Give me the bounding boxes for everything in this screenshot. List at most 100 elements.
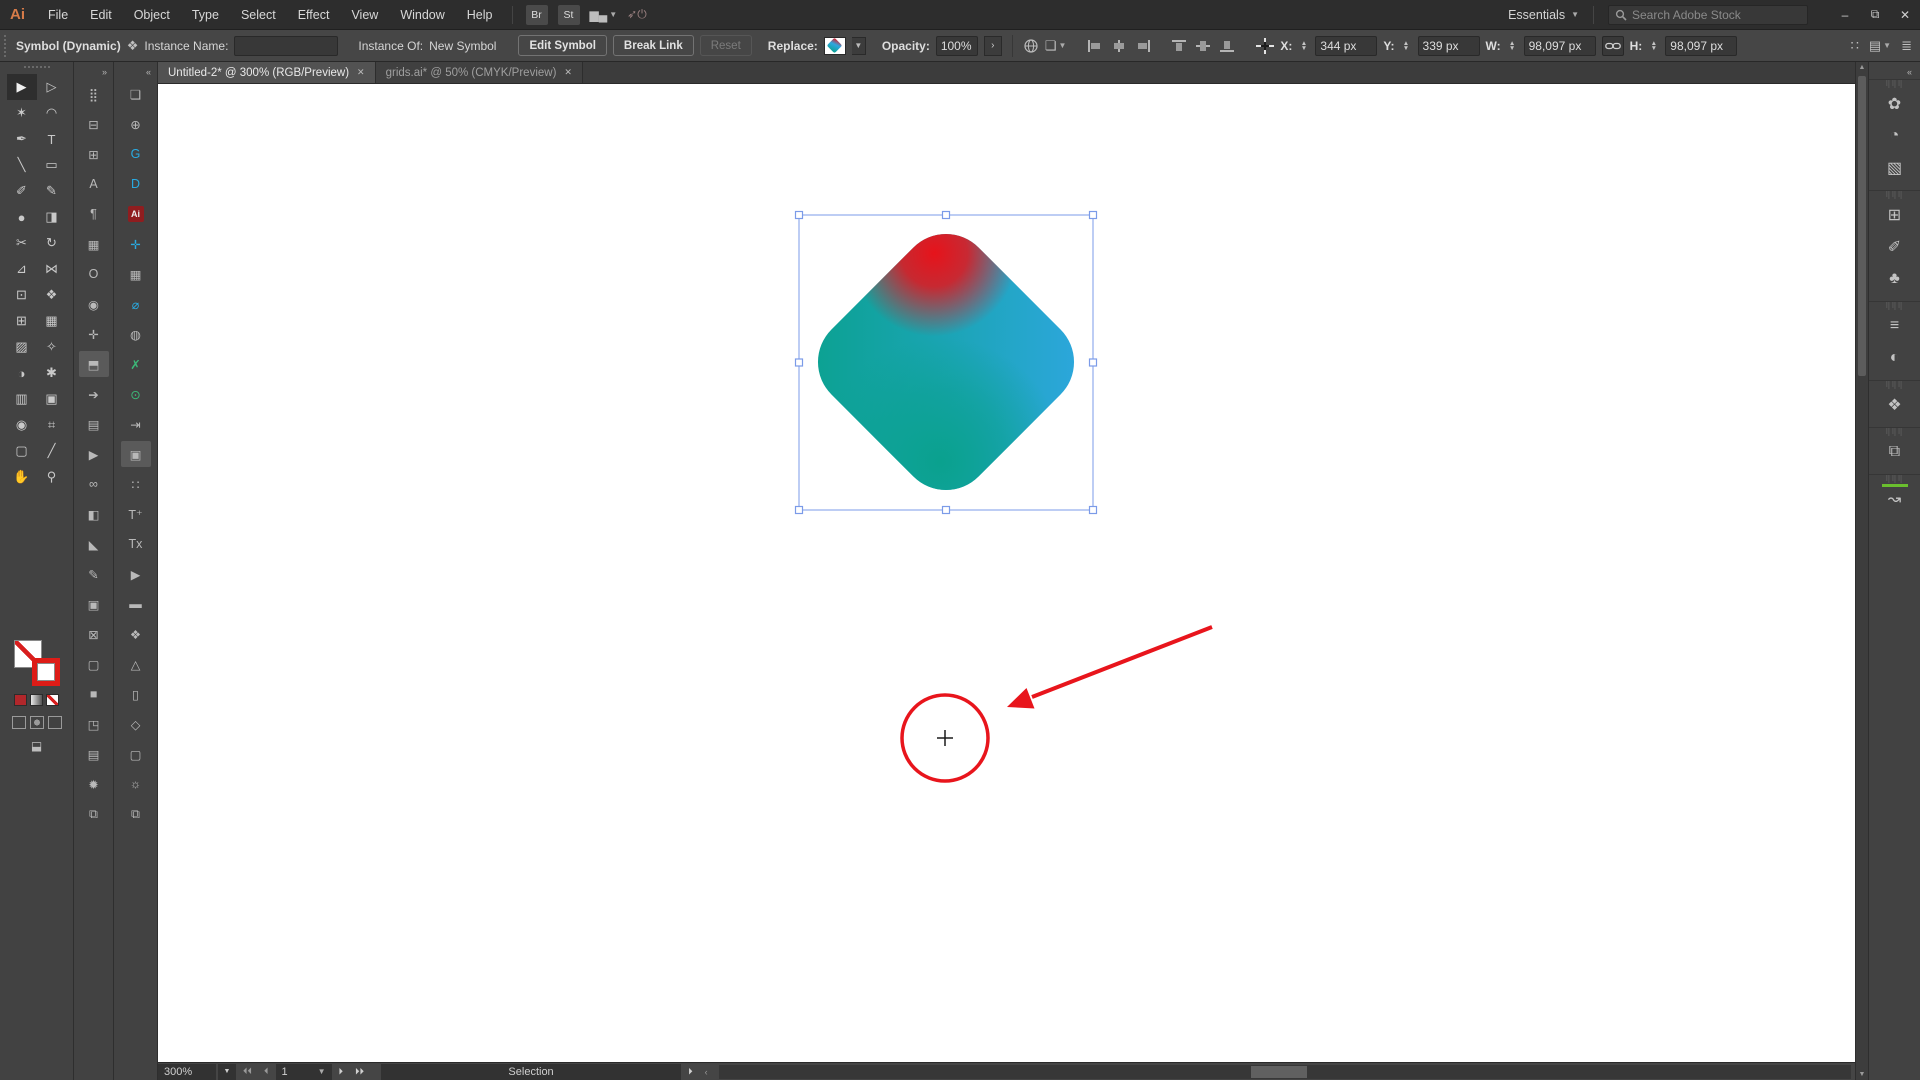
direct-selection-tool[interactable]: ▷: [37, 74, 67, 100]
panel-icon-edit[interactable]: ✎: [79, 561, 109, 587]
close-tab-icon[interactable]: ✕: [357, 67, 365, 78]
column-graph-tool[interactable]: ▥: [7, 386, 37, 412]
gradient-panel-icon[interactable]: ▧: [1878, 152, 1912, 184]
zoom-level-field[interactable]: 300%: [158, 1063, 216, 1080]
symbol-instance-shape[interactable]: [799, 215, 1093, 509]
replace-symbol-thumbnail[interactable]: [823, 36, 846, 55]
menu-object[interactable]: Object: [123, 8, 181, 22]
w-input[interactable]: [1523, 35, 1596, 56]
gradient-tool[interactable]: ▨: [7, 334, 37, 360]
panel-icon-g-script[interactable]: G: [121, 141, 151, 167]
type-tool[interactable]: T: [37, 126, 67, 152]
stock-button[interactable]: St: [557, 4, 580, 25]
panel-icon-paragraph[interactable]: ¶: [79, 201, 109, 227]
constrain-proportions-button[interactable]: [1601, 35, 1624, 56]
document-tab-1[interactable]: Untitled-2* @ 300% (RGB/Preview) ✕: [158, 62, 376, 83]
perspective-grid-tool[interactable]: ⊞: [7, 308, 37, 334]
panel-icon-type-plus[interactable]: T⁺: [121, 501, 151, 527]
draw-normal-button[interactable]: [11, 716, 26, 729]
scroll-up-button[interactable]: ▲: [1856, 64, 1868, 71]
minimize-button[interactable]: –: [1830, 3, 1860, 27]
panel-icon-d-script[interactable]: D: [121, 171, 151, 197]
x-input[interactable]: [1315, 35, 1378, 56]
collapse-panel-button[interactable]: «: [146, 62, 157, 81]
transparency-panel-icon[interactable]: ◐: [1878, 342, 1912, 374]
color-guide-panel-icon[interactable]: ◔: [1878, 120, 1912, 152]
panel-icon-sphere[interactable]: ◍: [121, 321, 151, 347]
reference-point-icon[interactable]: [1256, 37, 1275, 54]
panel-icon-mesh[interactable]: ▦: [79, 231, 109, 257]
menu-help[interactable]: Help: [456, 8, 504, 22]
blend-tool[interactable]: ◑: [7, 360, 37, 386]
dock-panels-icon[interactable]: ▤ ▼: [1869, 38, 1891, 54]
panel-icon-grid[interactable]: ⣿: [79, 81, 109, 107]
panel-icon-grid[interactable]: ▦: [121, 261, 151, 287]
gradient-button[interactable]: [30, 694, 43, 706]
search-input[interactable]: [1632, 7, 1792, 22]
canvas[interactable]: [158, 84, 1855, 1062]
lasso-tool[interactable]: ◠: [37, 100, 67, 126]
stroke-swatch-red[interactable]: [31, 658, 60, 686]
scissors-tool[interactable]: ✂: [7, 230, 37, 256]
align-top-button[interactable]: [1170, 38, 1188, 54]
panel-icon-export[interactable]: ➔: [79, 381, 109, 407]
width-tool[interactable]: ⋈: [37, 256, 67, 282]
panel-icon-page[interactable]: ▯: [121, 681, 151, 707]
rectangular-grid-tool[interactable]: ⌗: [37, 412, 67, 438]
expand-panel-button[interactable]: »: [102, 62, 113, 81]
swatches-panel-icon[interactable]: ⊞: [1878, 199, 1912, 231]
zoom-dropdown-button[interactable]: ▼: [218, 1063, 236, 1080]
horizontal-scrollbar[interactable]: [718, 1064, 1851, 1079]
stroke-panel-icon[interactable]: ≡: [1878, 310, 1912, 342]
edit-symbol-button[interactable]: Edit Symbol: [518, 35, 607, 56]
shape-builder-tool[interactable]: ❖: [37, 282, 67, 308]
panel-icon-copy[interactable]: ⧉: [121, 801, 151, 827]
align-vertical-center-button[interactable]: [1194, 38, 1212, 54]
panel-icon-folder[interactable]: ❏: [121, 81, 151, 107]
vertical-scrollbar-thumb[interactable]: [1858, 76, 1866, 376]
menu-type[interactable]: Type: [181, 8, 230, 22]
horizontal-scrollbar-thumb[interactable]: [1250, 1065, 1307, 1078]
panel-icon-type-x[interactable]: Tx: [121, 531, 151, 557]
magic-wand-tool[interactable]: ✶: [7, 100, 37, 126]
y-input[interactable]: [1417, 35, 1480, 56]
hand-tool[interactable]: ✋: [7, 464, 37, 490]
draw-inside-button[interactable]: [47, 716, 62, 729]
symbols-panel-icon[interactable]: ♣: [1878, 263, 1912, 295]
menu-select[interactable]: Select: [230, 8, 287, 22]
color-button[interactable]: [14, 694, 27, 706]
panel-icon-diameter[interactable]: ⌀: [121, 291, 151, 317]
simplify-path-panel-icon[interactable]: ↝: [1878, 483, 1912, 515]
menu-window[interactable]: Window: [389, 8, 455, 22]
align-left-button[interactable]: [1086, 38, 1104, 54]
panel-icon-align-cyan[interactable]: ✛: [121, 231, 151, 257]
panel-icon-half[interactable]: ◧: [79, 501, 109, 527]
vertical-scrollbar[interactable]: ▲ ▼: [1855, 62, 1868, 1080]
arrange-icon[interactable]: ❏ ▼: [1045, 38, 1067, 54]
menu-file[interactable]: File: [37, 8, 79, 22]
live-paint-bucket-tool[interactable]: ▣: [37, 386, 67, 412]
layers-panel-icon[interactable]: ❖: [1878, 389, 1912, 421]
screen-mode-button[interactable]: ⬓: [31, 739, 42, 753]
previous-artboard-button[interactable]: ⏴: [259, 1066, 274, 1077]
workspace-switcher[interactable]: Essentials ▼: [1508, 8, 1579, 22]
panel-icon-bar[interactable]: ▬: [121, 591, 151, 617]
panel-gripper[interactable]: [4, 34, 8, 57]
panel-icon-ai-file[interactable]: Ai: [121, 201, 151, 227]
zoom-tool[interactable]: ⚲: [37, 464, 67, 490]
panel-icon-list[interactable]: ▤: [79, 741, 109, 767]
y-stepper[interactable]: ▲ ▼: [1401, 40, 1412, 52]
menu-effect[interactable]: Effect: [287, 8, 341, 22]
panel-icon-link[interactable]: ∞: [79, 471, 109, 497]
restore-button[interactable]: ⧉: [1860, 3, 1890, 27]
collapse-dock-button[interactable]: «: [1869, 62, 1920, 79]
w-stepper[interactable]: ▲ ▼: [1507, 40, 1518, 52]
status-flyout-button[interactable]: ⏵: [683, 1066, 698, 1077]
paintbrush-tool[interactable]: ✐: [7, 178, 37, 204]
align-bottom-button[interactable]: [1218, 38, 1236, 54]
panel-icon-cube[interactable]: ◇: [121, 711, 151, 737]
brushes-panel-icon[interactable]: ✐: [1878, 231, 1912, 263]
panel-icon-check-green[interactable]: ✗: [121, 351, 151, 377]
panel-icon-tri[interactable]: △: [121, 651, 151, 677]
artboard-tool[interactable]: ▢: [7, 438, 37, 464]
